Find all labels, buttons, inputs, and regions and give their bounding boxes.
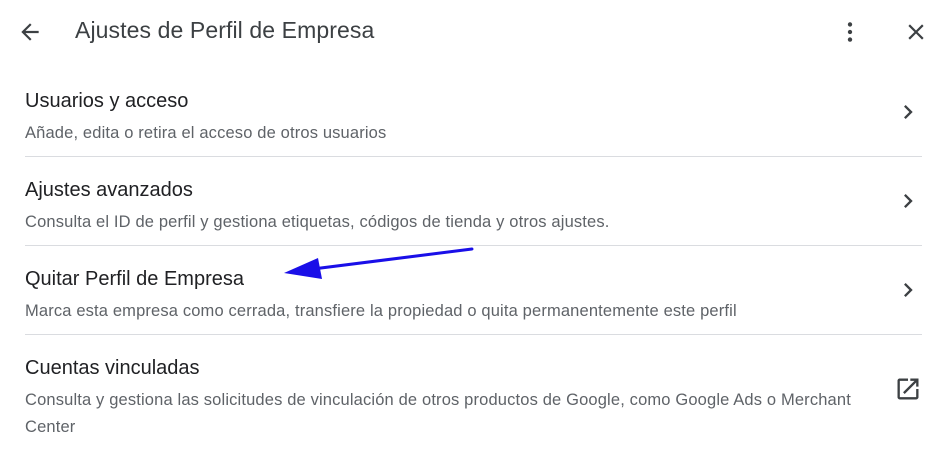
back-button[interactable] — [10, 12, 50, 52]
settings-list: Usuarios y acceso Añade, edita o retira … — [0, 68, 939, 445]
open-in-new-icon — [897, 378, 919, 400]
more-options-button[interactable] — [830, 12, 870, 52]
close-button[interactable] — [896, 12, 936, 52]
settings-item-advanced[interactable]: Ajustes avanzados Consulta el ID de perf… — [25, 157, 922, 246]
settings-item-users-access[interactable]: Usuarios y acceso Añade, edita o retira … — [25, 68, 922, 157]
page-title: Ajustes de Perfil de Empresa — [75, 17, 375, 43]
settings-item-linked-accounts[interactable]: Cuentas vinculadas Consulta y gestiona l… — [25, 335, 922, 445]
chevron-right-icon — [904, 283, 913, 297]
settings-item-title: Cuentas vinculadas — [25, 357, 200, 379]
settings-item-remove-profile[interactable]: Quitar Perfil de Empresa Marca esta empr… — [25, 246, 922, 335]
settings-item-title: Usuarios y acceso — [25, 90, 189, 112]
settings-item-description: Consulta el ID de perfil y gestiona etiq… — [25, 213, 610, 231]
settings-item-title: Ajustes avanzados — [25, 179, 193, 201]
settings-item-description: Añade, edita o retira el acceso de otros… — [25, 124, 387, 142]
panel-header: Ajustes de Perfil de Empresa — [0, 0, 939, 64]
settings-item-description: Marca esta empresa como cerrada, transfi… — [25, 302, 737, 320]
business-profile-settings-panel: Ajustes de Perfil de Empresa Usuarios y … — [0, 0, 939, 458]
chevron-right-icon — [904, 105, 913, 119]
more-vert-icon — [847, 22, 853, 42]
close-icon — [908, 24, 924, 40]
settings-item-title: Quitar Perfil de Empresa — [25, 268, 244, 290]
chevron-right-icon — [904, 194, 913, 208]
settings-item-description: Consulta y gestiona las solicitudes de v… — [25, 391, 851, 436]
arrow-back-icon — [21, 23, 39, 41]
